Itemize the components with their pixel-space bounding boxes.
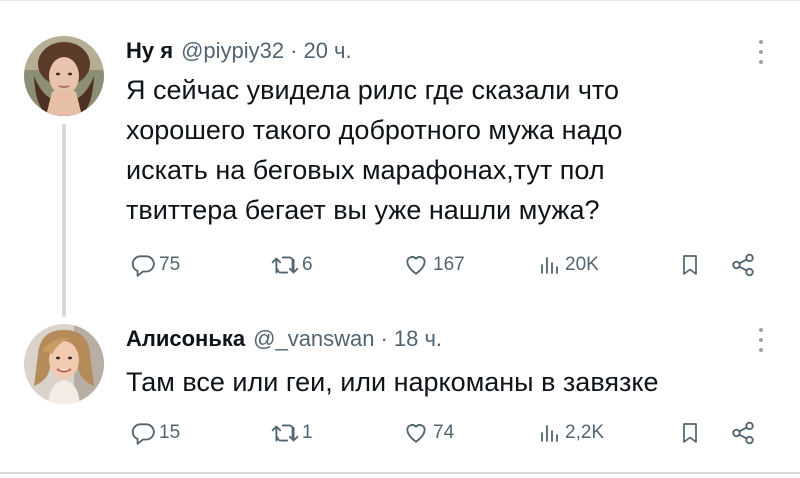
author-name[interactable]: Алисонька: [126, 326, 245, 352]
bookmark-button[interactable]: [678, 420, 702, 446]
retweet-icon: [271, 256, 299, 274]
reply-count: 15: [159, 422, 181, 443]
tweet-text: Там все или геи, или наркоманы в завязке: [126, 362, 659, 402]
share-icon: [732, 421, 754, 445]
reply-button[interactable]: 15: [130, 420, 180, 446]
avatar[interactable]: [24, 324, 104, 404]
author-name[interactable]: Ну я: [126, 38, 173, 64]
separator-dot: ·: [290, 38, 298, 63]
tweet-text-line: Там все или геи, или наркоманы в завязке: [126, 367, 659, 397]
action-bar: 75 6 167 20K: [126, 252, 766, 282]
tweet-text-line: твиттера бегает вы уже нашли мужа?: [126, 195, 600, 225]
like-count: 167: [433, 254, 465, 275]
views-count: 2,2K: [565, 422, 605, 443]
bookmark-icon: [683, 255, 697, 275]
tweet-text: Я сейчас увидела рилс где сказали что хо…: [126, 70, 622, 230]
action-bar: 15 1 74 2,2K: [126, 420, 766, 450]
author-handle[interactable]: @piypiy32: [181, 38, 284, 64]
heart-icon: [406, 424, 426, 443]
tweet-text-line: хорошего такого добротного мужа надо: [126, 115, 623, 145]
tweet-header: Алисонька @_vanswan · 18 ч.: [126, 326, 442, 352]
more-icon[interactable]: [754, 328, 768, 352]
bottom-divider: [0, 472, 800, 474]
bookmark-icon: [683, 423, 697, 443]
like-button[interactable]: 74: [402, 420, 454, 446]
reply-button[interactable]: 75: [130, 252, 180, 278]
views-count: 20K: [565, 254, 599, 275]
share-button[interactable]: [730, 252, 756, 278]
thread-line: [62, 124, 66, 317]
avatar[interactable]: [24, 36, 104, 116]
tweet-text-line: Я сейчас увидела рилс где сказали что: [126, 75, 620, 105]
tweet-1[interactable]: Ну я @piypiy32 · 20 ч. Я сейчас увидела …: [0, 0, 800, 317]
reply-icon: [131, 423, 155, 445]
tweet-text-line: искать на беговых марафонах,тут пол: [126, 155, 605, 185]
tweet-2[interactable]: Алисонька @_vanswan · 18 ч. Там все или …: [0, 300, 800, 472]
retweet-button[interactable]: 1: [271, 420, 313, 446]
share-icon: [732, 253, 754, 277]
retweet-button[interactable]: 6: [271, 252, 313, 278]
retweet-count: 1: [302, 422, 313, 443]
separator-dot: ·: [380, 326, 388, 351]
heart-icon: [406, 256, 426, 275]
like-button[interactable]: 167: [402, 252, 465, 278]
timestamp[interactable]: 20 ч.: [303, 38, 351, 64]
views-icon: [541, 425, 558, 442]
reply-count: 75: [159, 254, 181, 275]
retweet-icon: [271, 424, 299, 442]
views-button[interactable]: 2,2K: [538, 420, 604, 446]
author-handle[interactable]: @_vanswan: [253, 326, 374, 352]
tweet-header: Ну я @piypiy32 · 20 ч.: [126, 38, 352, 64]
like-count: 74: [433, 422, 455, 443]
bookmark-button[interactable]: [678, 252, 702, 278]
views-button[interactable]: 20K: [538, 252, 599, 278]
retweet-count: 6: [302, 254, 313, 275]
reply-icon: [131, 255, 155, 277]
views-icon: [541, 257, 558, 274]
more-icon[interactable]: [754, 40, 768, 64]
timestamp[interactable]: 18 ч.: [394, 326, 442, 352]
share-button[interactable]: [730, 420, 756, 446]
